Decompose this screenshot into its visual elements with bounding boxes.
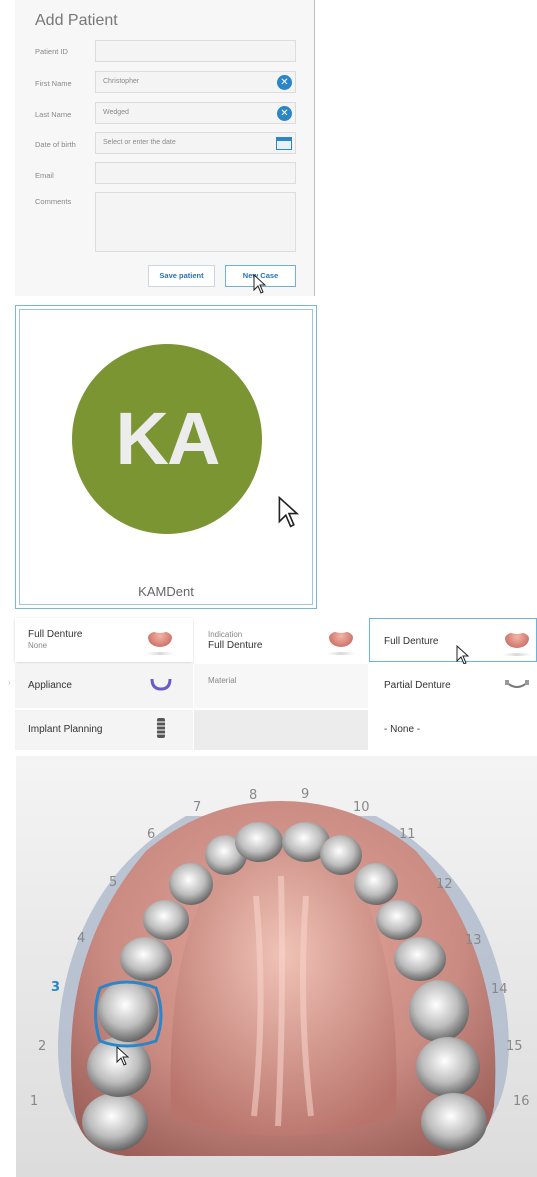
full-denture-icon (329, 628, 353, 647)
full-denture-option-label: Full Denture (384, 636, 439, 647)
icon-shadow (145, 652, 175, 655)
tooth-number-5[interactable]: 5 (109, 875, 117, 890)
date-of-birth-label: Date of birth (35, 140, 76, 149)
clear-last-name-icon[interactable]: ✕ (277, 106, 292, 121)
page-title: Add Patient (35, 12, 118, 29)
mouse-cursor-icon (278, 496, 300, 528)
indication-header-value: Full Denture (208, 640, 263, 651)
selected-indication-label: Full Denture (28, 629, 83, 640)
icon-shadow (502, 653, 532, 656)
implant-icon (157, 718, 165, 738)
implant-planning-label: Implant Planning (28, 724, 103, 735)
jaw-illustration (16, 756, 537, 1177)
tooth-number-12[interactable]: 12 (436, 877, 453, 892)
material-cell: Material (194, 664, 368, 708)
last-name-label: Last Name (35, 110, 72, 119)
empty-cell (194, 710, 368, 750)
indication-header-cell: Indication Full Denture (194, 618, 368, 662)
patient-id-label: Patient ID (35, 47, 68, 56)
partial-denture-icon (505, 680, 529, 688)
appliance-label: Appliance (28, 680, 72, 691)
last-name-field[interactable]: Wedged ✕ (95, 102, 296, 124)
indication-header-label: Indication (208, 630, 243, 639)
tooth-number-14[interactable]: 14 (491, 982, 508, 997)
add-patient-panel: Add Patient Patient ID First Name Christ… (15, 0, 315, 296)
calendar-icon[interactable] (276, 137, 292, 150)
tooth-number-8[interactable]: 8 (249, 788, 257, 803)
indication-grid: Full Denture None Appliance Implant Plan… (0, 618, 537, 750)
tooth-number-7[interactable]: 7 (193, 800, 201, 815)
tooth-number-9[interactable]: 9 (301, 787, 309, 802)
mouse-cursor-icon (116, 1046, 130, 1066)
tooth-number-2[interactable]: 2 (38, 1039, 46, 1054)
full-denture-option[interactable]: Full Denture (369, 618, 537, 665)
comments-label: Comments (35, 197, 72, 206)
first-name-label: First Name (35, 79, 72, 88)
appliance-icon (150, 678, 172, 691)
selected-indication-cell[interactable]: Full Denture None (15, 618, 193, 662)
first-name-field[interactable]: Christopher ✕ (95, 71, 296, 93)
tooth-number-16[interactable]: 16 (513, 1094, 530, 1109)
tooth-number-4[interactable]: 4 (77, 931, 85, 946)
full-denture-icon (148, 628, 172, 647)
date-of-birth-placeholder: Select or enter the date (103, 139, 176, 146)
email-label: Email (35, 171, 54, 180)
comments-field[interactable] (95, 192, 296, 252)
email-field[interactable] (95, 162, 296, 184)
tooth-number-3-selected[interactable]: 3 (51, 980, 60, 995)
mouse-cursor-icon (456, 645, 470, 665)
partial-denture-option[interactable]: Partial Denture (369, 664, 537, 708)
none-option[interactable]: - None - (369, 710, 537, 750)
first-name-value: Christopher (103, 78, 140, 85)
icon-shadow (326, 652, 356, 655)
tooth-number-10[interactable]: 10 (353, 800, 370, 815)
patient-id-field[interactable] (95, 40, 296, 62)
material-label: Material (208, 676, 237, 685)
save-patient-button[interactable]: Save patient (148, 265, 215, 287)
partial-denture-option-label: Partial Denture (384, 680, 451, 691)
implant-planning-item[interactable]: Implant Planning (15, 710, 193, 750)
date-of-birth-field[interactable]: Select or enter the date (95, 132, 296, 154)
lab-name: KAMDent (138, 584, 194, 599)
last-name-value: Wedged (103, 109, 129, 116)
selected-indication-sub: None (28, 641, 48, 650)
none-option-label: - None - (384, 724, 421, 735)
lab-card[interactable]: KA KAMDent (15, 305, 317, 609)
appliance-item[interactable]: Appliance (15, 664, 193, 708)
left-edge-marker: › (8, 678, 11, 687)
clear-first-name-icon[interactable]: ✕ (277, 75, 292, 90)
tooth-number-15[interactable]: 15 (506, 1039, 523, 1054)
lab-logo: KA (72, 344, 262, 534)
tooth-number-13[interactable]: 13 (465, 933, 482, 948)
mouse-cursor-icon (253, 274, 267, 294)
tooth-number-1[interactable]: 1 (30, 1094, 38, 1109)
tooth-number-11[interactable]: 11 (399, 827, 416, 842)
full-denture-icon (505, 629, 529, 648)
tooth-number-6[interactable]: 6 (147, 827, 155, 842)
tooth-chart: 1 2 3 4 5 6 7 8 9 10 11 12 13 14 15 16 (16, 756, 537, 1177)
